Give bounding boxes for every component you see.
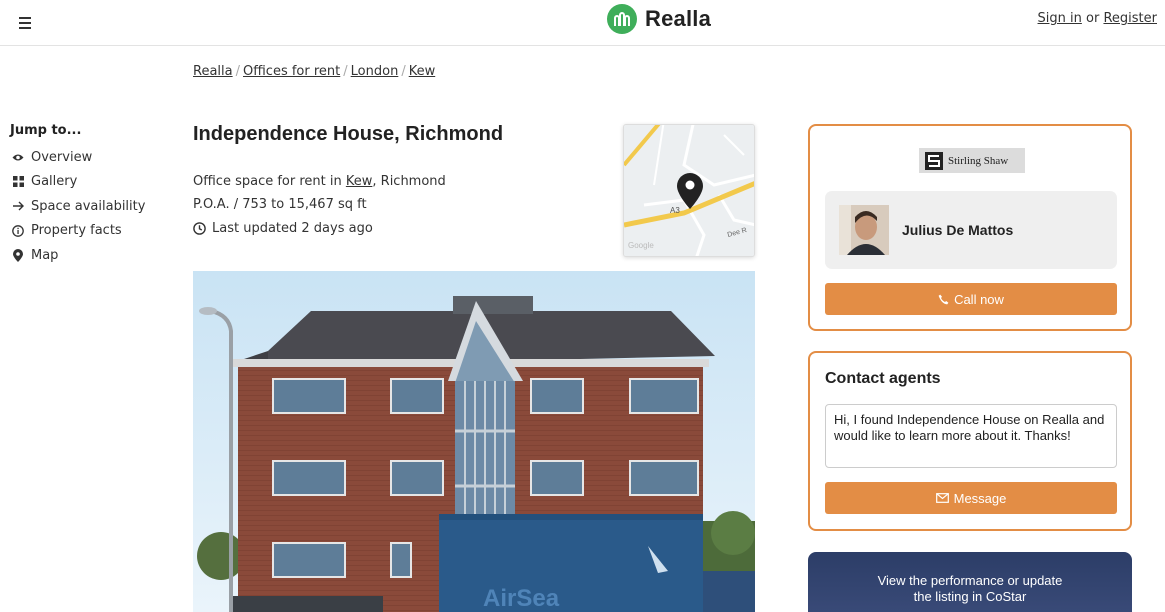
agent-company-logo[interactable]: Stirling Shaw <box>919 148 1025 173</box>
agent-card: Stirling Shaw Julius De Mattos Call now <box>808 124 1132 331</box>
site-logo[interactable]: Realla <box>607 4 711 34</box>
breadcrumb-realla[interactable]: Realla <box>193 64 233 79</box>
brand-name: Realla <box>645 6 712 31</box>
jump-space-availability[interactable]: Space availability <box>10 194 145 219</box>
info-icon <box>10 224 26 237</box>
map-image: A3 Dee R Google <box>624 125 754 256</box>
jump-property-facts[interactable]: Property facts <box>10 219 145 244</box>
price-size: P.O.A. / 753 to 15,467 sq ft <box>193 197 367 212</box>
auth-links: Sign in or Register <box>1038 11 1157 26</box>
call-now-label: Call now <box>954 291 1004 307</box>
costar-line-2: the listing in CoStar <box>913 589 1027 604</box>
jump-map[interactable]: Map <box>10 243 145 268</box>
register-link[interactable]: Register <box>1103 11 1157 26</box>
auth-separator: or <box>1086 11 1100 26</box>
contact-agents-card: Contact agents Hi, I found Independence … <box>808 351 1132 531</box>
clock-icon <box>193 222 206 235</box>
costar-line-1: View the performance or update <box>877 573 1063 588</box>
jump-item-label: Overview <box>31 149 93 165</box>
jump-overview[interactable]: Overview <box>10 145 145 170</box>
map-attribution: Google <box>628 241 654 250</box>
listing-meta: Office space for rent in Kew, Richmond P… <box>193 170 446 240</box>
van-text: AirSea <box>483 585 560 612</box>
arrow-right-icon <box>10 201 26 211</box>
phone-icon <box>938 294 949 305</box>
kew-link[interactable]: Kew <box>346 174 373 189</box>
listing-subtitle: Office space for rent in Kew, Richmond <box>193 174 446 189</box>
jump-gallery[interactable]: Gallery <box>10 170 145 195</box>
breadcrumb: Realla / Offices for rent / London / Kew <box>193 64 436 79</box>
message-button-label: Message <box>953 490 1007 506</box>
jump-to-nav: Jump to... Overview Gallery Space availa… <box>10 123 145 268</box>
call-now-button[interactable]: Call now <box>825 283 1117 315</box>
message-textarea[interactable]: Hi, I found Independence House on Realla… <box>825 404 1117 468</box>
avatar <box>839 205 889 255</box>
breadcrumb-kew[interactable]: Kew <box>409 64 436 79</box>
envelope-icon <box>935 493 949 503</box>
breadcrumb-offices[interactable]: Offices for rent <box>243 64 340 79</box>
eye-icon <box>10 153 26 162</box>
site-header: Realla Sign in or Register <box>0 0 1165 46</box>
stirling-shaw-logo-icon <box>925 151 943 170</box>
page-title: Independence House, Richmond <box>193 123 504 145</box>
last-updated: Last updated 2 days ago <box>193 217 446 240</box>
map-thumbnail[interactable]: A3 Dee R Google <box>623 124 755 257</box>
jump-item-label: Gallery <box>31 174 78 190</box>
contact-title: Contact agents <box>825 370 941 387</box>
last-updated-text: Last updated 2 days ago <box>212 221 373 236</box>
realla-logo-icon <box>607 4 637 34</box>
agent-name: Julius De Mattos <box>902 222 1014 238</box>
grid-icon <box>10 176 26 188</box>
property-photo[interactable]: AirSea <box>193 271 755 612</box>
building-image: AirSea <box>193 271 755 612</box>
jump-item-label: Map <box>31 247 59 263</box>
map-pin-icon <box>10 248 26 262</box>
jump-item-label: Space availability <box>31 198 146 214</box>
hamburger-menu-icon[interactable] <box>19 10 35 32</box>
agent-company-name: Stirling Shaw <box>948 154 1009 167</box>
message-button[interactable]: Message <box>825 482 1117 514</box>
costar-banner[interactable]: View the performance or update the listi… <box>808 552 1132 612</box>
sign-in-link[interactable]: Sign in <box>1038 11 1082 26</box>
agent-profile: Julius De Mattos <box>825 191 1117 269</box>
jump-item-label: Property facts <box>31 223 122 239</box>
breadcrumb-london[interactable]: London <box>351 64 399 79</box>
map-road-label-a3: A3 <box>670 206 680 215</box>
jump-to-title: Jump to... <box>10 123 82 138</box>
